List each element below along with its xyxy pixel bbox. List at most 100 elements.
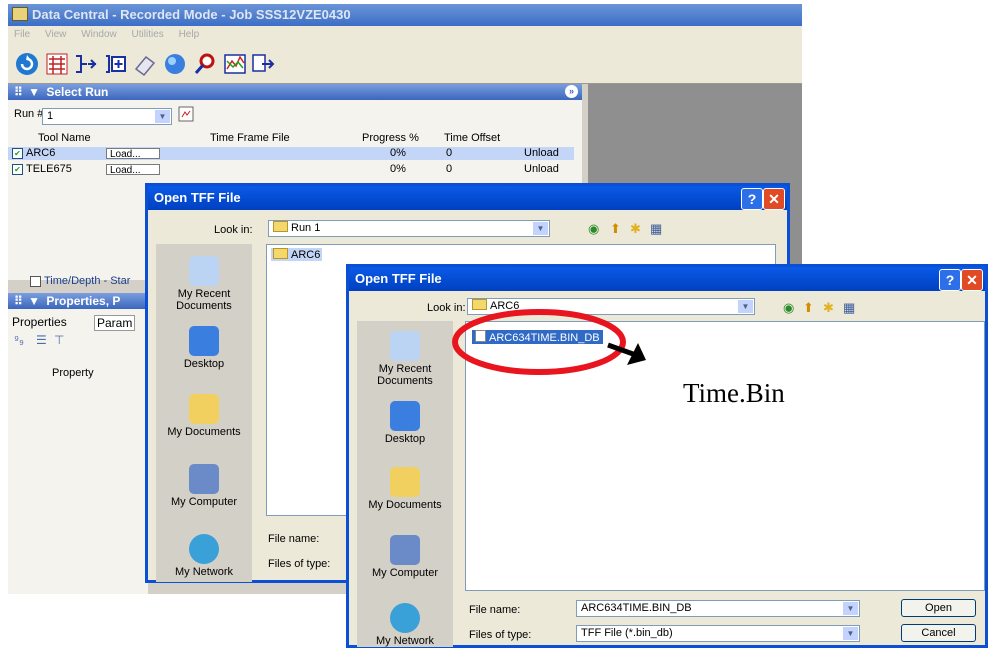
help-button[interactable]: ?	[741, 188, 763, 210]
dialog-title-bar: Open TFF File ? ✕	[148, 186, 787, 210]
folder-icon	[273, 221, 288, 232]
dialog-title: Open TFF File	[355, 271, 442, 286]
recent-documents-icon	[390, 331, 420, 361]
add-icon[interactable]	[102, 51, 128, 77]
chevron-down-icon[interactable]: ▼	[843, 602, 858, 615]
unload-button[interactable]: Unload	[524, 163, 559, 176]
collapse-icon[interactable]: »	[565, 85, 578, 98]
files-of-type-value: TFF File (*.bin_db)	[581, 627, 673, 639]
grip-icon: ⠿	[14, 85, 23, 99]
close-button[interactable]: ✕	[961, 269, 983, 291]
place-label: My Documents	[167, 426, 241, 438]
tool-name: TELE675	[26, 163, 72, 175]
close-button[interactable]: ✕	[763, 188, 785, 210]
refresh-icon[interactable]	[14, 51, 40, 77]
views-icon[interactable]: ▦	[650, 221, 664, 236]
run-browse-icon[interactable]	[178, 106, 194, 122]
place-label: My Network	[174, 566, 234, 578]
folder-icon	[273, 248, 288, 259]
load-button[interactable]: Load...	[106, 164, 160, 176]
filter-icon[interactable]: ⊤	[54, 333, 64, 347]
menu-help[interactable]: Help	[179, 29, 200, 40]
list-icon[interactable]: ☰	[36, 333, 47, 347]
cancel-button[interactable]: Cancel	[901, 624, 976, 642]
place-desktop[interactable]: Desktop	[357, 401, 453, 445]
chevron-down-icon[interactable]: ▼	[533, 222, 548, 235]
export-icon[interactable]	[250, 51, 276, 77]
back-icon[interactable]: ◉	[588, 221, 602, 236]
documents-icon	[390, 467, 420, 497]
col-tool-name: Tool Name	[38, 132, 91, 144]
list-item[interactable]: ARC634TIME.BIN_DB	[472, 330, 603, 344]
file-list[interactable]: ARC634TIME.BIN_DB	[465, 321, 985, 591]
run-label: Run #	[14, 108, 44, 120]
app-icon	[12, 7, 28, 21]
properties-panel: Properties Param ⁹₉ ☰ ⊤ Property	[8, 309, 148, 594]
place-computer[interactable]: My Computer	[357, 535, 453, 579]
chevron-down-icon[interactable]: ▼	[155, 110, 170, 123]
place-computer[interactable]: My Computer	[156, 464, 252, 508]
up-folder-icon[interactable]: ⬆	[610, 221, 624, 236]
file-name-label: File name:	[268, 533, 320, 545]
open-button[interactable]: Open	[901, 599, 976, 617]
recent-documents-icon	[189, 256, 219, 286]
place-desktop[interactable]: Desktop	[156, 326, 252, 370]
place-label: My Recent Documents	[176, 288, 232, 312]
chart-icon[interactable]	[222, 51, 248, 77]
look-in-select[interactable]: ARC6 ▼	[467, 298, 755, 315]
look-in-value: ARC6	[490, 300, 520, 312]
look-in-select[interactable]: Run 1 ▼	[268, 220, 550, 237]
properties-header[interactable]: ⠿ ▼ Properties, P	[8, 293, 148, 309]
help-button[interactable]: ?	[939, 269, 961, 291]
list-item[interactable]: ARC6	[271, 248, 323, 261]
grip-icon: ⠿	[14, 294, 23, 308]
chevron-down-icon[interactable]: ▼	[738, 300, 753, 313]
menu-utilities[interactable]: Utilities	[132, 29, 164, 40]
col-progress: Progress %	[362, 132, 419, 144]
eraser-icon[interactable]	[132, 51, 158, 77]
col-property: Property	[52, 367, 94, 379]
run-select[interactable]: 1 ▼	[42, 108, 172, 125]
load-button[interactable]: Load...	[106, 148, 160, 160]
menu-view[interactable]: View	[45, 29, 67, 40]
tab-properties[interactable]: Properties	[12, 315, 67, 329]
back-icon[interactable]: ◉	[783, 300, 797, 315]
menu-file[interactable]: File	[14, 29, 30, 40]
new-folder-icon[interactable]: ✱	[630, 221, 644, 236]
place-documents[interactable]: My Documents	[156, 394, 252, 438]
menu-window[interactable]: Window	[81, 29, 117, 40]
magnify-icon[interactable]	[192, 51, 218, 77]
table-row[interactable]: ✔ TELE675 Load... 0% 0 Unload	[8, 163, 574, 176]
file-name-input[interactable]: ARC634TIME.BIN_DB ▼	[576, 600, 860, 617]
place-documents[interactable]: My Documents	[357, 467, 453, 511]
views-icon[interactable]: ▦	[843, 300, 857, 315]
files-of-type-label: Files of type:	[469, 629, 532, 641]
new-folder-icon[interactable]: ✱	[823, 300, 837, 315]
unload-button[interactable]: Unload	[524, 147, 559, 160]
menu-bar: File View Window Utilities Help	[8, 26, 802, 43]
tab-param[interactable]: Param	[94, 315, 136, 331]
files-of-type-select[interactable]: TFF File (*.bin_db) ▼	[576, 625, 860, 642]
table-row[interactable]: ✔ ARC6 Load... 0% 0 Unload	[8, 147, 574, 160]
row-checkbox[interactable]: ✔	[12, 148, 23, 159]
place-network[interactable]: My Network	[357, 603, 453, 647]
row-checkbox[interactable]: ✔	[12, 164, 23, 175]
app-title: Data Central - Recorded Mode - Job SSS12…	[32, 7, 351, 22]
sort-icon[interactable]: ⁹₉	[14, 333, 24, 347]
chevron-down-icon[interactable]: ▼	[843, 627, 858, 640]
look-in-label: Look in:	[427, 302, 466, 314]
up-folder-icon[interactable]: ⬆	[803, 300, 817, 315]
tools-icon[interactable]	[44, 51, 70, 77]
place-recent[interactable]: My Recent Documents	[156, 256, 252, 312]
select-run-header[interactable]: ⠿ ▼ Select Run »	[8, 84, 582, 100]
chevron-down-icon: ▼	[28, 85, 41, 99]
merge-icon[interactable]	[72, 51, 98, 77]
desktop-icon	[390, 401, 420, 431]
files-of-type-label: Files of type:	[268, 558, 331, 570]
offset-value: 0	[446, 147, 453, 159]
place-network[interactable]: My Network	[156, 534, 252, 578]
globe-icon[interactable]	[162, 51, 188, 77]
progress-value: 0%	[390, 147, 406, 159]
time-depth-checkbox[interactable]	[30, 276, 41, 287]
place-recent[interactable]: My Recent Documents	[357, 331, 453, 387]
